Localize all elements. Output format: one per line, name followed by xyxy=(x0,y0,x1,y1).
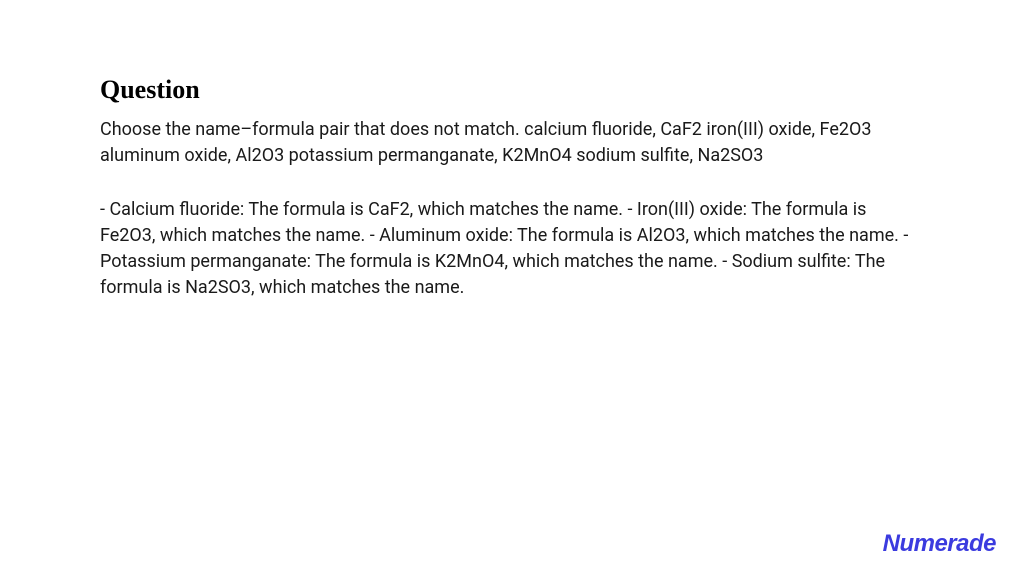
question-heading: Question xyxy=(100,75,924,105)
question-body: Choose the name–formula pair that does n… xyxy=(100,117,924,169)
brand-logo: Numerade xyxy=(883,530,996,558)
answer-body: - Calcium fluoride: The formula is CaF2,… xyxy=(100,197,924,301)
